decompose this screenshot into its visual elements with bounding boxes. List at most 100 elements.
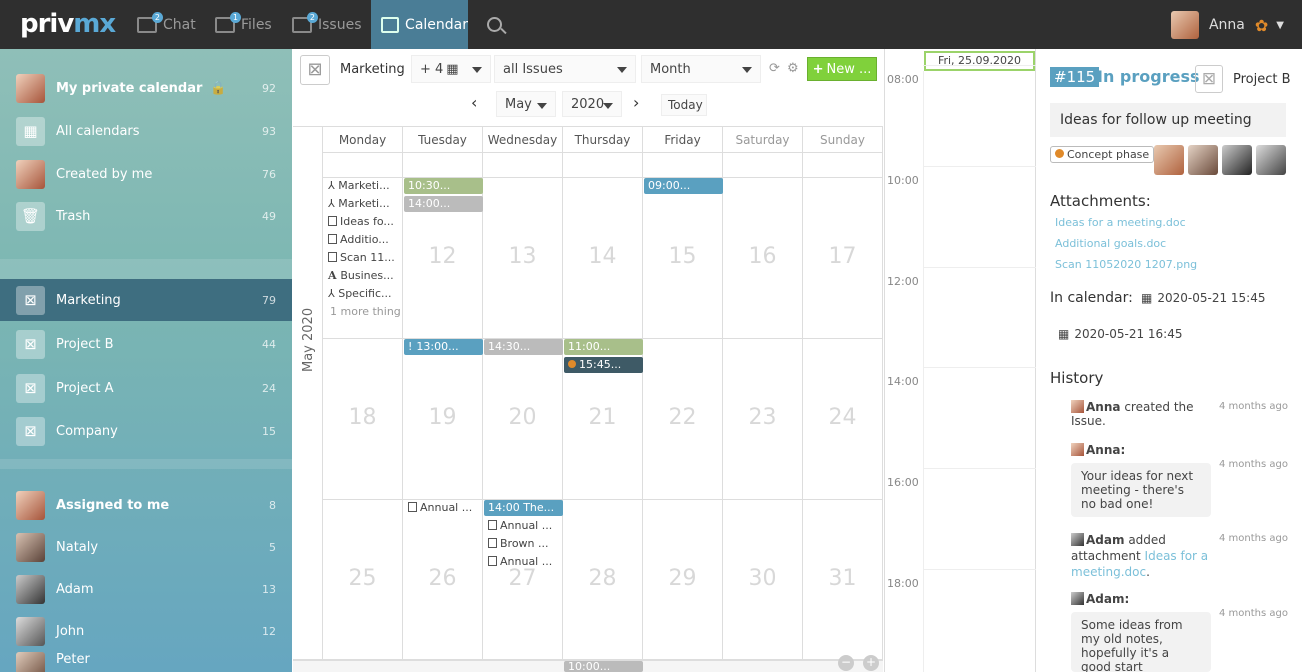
issue-status[interactable]: In progress [1097, 67, 1200, 86]
attachment-link[interactable]: Additional goals.doc [1055, 237, 1166, 250]
today-button[interactable]: Today [661, 94, 707, 116]
event-item[interactable]: 15:45... [564, 357, 643, 373]
day-cell[interactable]: 13 [483, 178, 563, 339]
calendars-select[interactable]: + 4 ▦ [411, 55, 491, 83]
event-item[interactable]: Annual ... [484, 554, 564, 570]
user-menu[interactable]: Anna ✿ ▼ [1170, 11, 1284, 39]
event-item[interactable]: A Busines... [324, 268, 404, 284]
refresh-icon[interactable]: ⟳ [769, 61, 780, 76]
sidebar-item-project-a[interactable]: ⊠ Project A 24 [0, 367, 292, 409]
zoom-out-icon[interactable]: − [838, 655, 854, 671]
sidebar-item-all-calendars[interactable]: ▦ All calendars 93 [0, 110, 292, 152]
nav-calendar[interactable]: Calendar [371, 0, 468, 49]
issue-title[interactable]: Ideas for follow up meeting [1050, 103, 1286, 137]
event-item[interactable]: ⅄ Specific... [324, 286, 404, 302]
avatar[interactable] [1256, 145, 1286, 175]
nav-chat[interactable]: 2 Chat [137, 0, 197, 49]
sidebar-item-assigned[interactable]: Assigned to me 8 [0, 484, 292, 526]
day-cell[interactable]: 14 [563, 178, 643, 339]
sidebar-item-adam[interactable]: Adam 13 [0, 568, 292, 610]
event-item[interactable]: 10:30... [404, 178, 483, 194]
day-cell[interactable]: 15 [643, 178, 723, 339]
event-item[interactable]: 14:00... [404, 196, 483, 212]
event-item[interactable]: Ideas fo... [324, 214, 404, 230]
status-badge[interactable]: Concept phase [1050, 146, 1155, 163]
avatar[interactable] [1188, 145, 1218, 175]
day-cell[interactable]: 24 [803, 339, 883, 500]
day-cell[interactable] [563, 153, 643, 178]
event-item[interactable]: Annual ... [484, 518, 564, 534]
sidebar-item-project-b[interactable]: ⊠ Project B 44 [0, 323, 292, 365]
day-cell[interactable]: 17 [803, 178, 883, 339]
day-cell[interactable] [483, 153, 563, 178]
avatar[interactable] [1222, 145, 1252, 175]
next-month-button[interactable]: › [633, 93, 639, 112]
gear-icon[interactable]: ⚙ [787, 61, 799, 76]
day-cell[interactable]: 28 [563, 500, 643, 660]
zoom-in-icon[interactable]: + [863, 655, 879, 671]
hour-line [923, 166, 1036, 167]
day-cell[interactable]: 18 [323, 339, 403, 500]
day-number: 15 [668, 244, 697, 269]
sidebar-item-john[interactable]: John 12 [0, 610, 292, 652]
day-cell[interactable]: 31 [803, 500, 883, 660]
sidebar-item-private-calendar[interactable]: My private calendar 🔒 92 [0, 67, 292, 109]
day-cell[interactable]: 22 [643, 339, 723, 500]
day-cell[interactable] [723, 153, 803, 178]
event-item[interactable]: 09:00... [644, 178, 723, 194]
prev-month-button[interactable]: ‹ [471, 93, 477, 112]
event-item[interactable]: 11:00... [564, 339, 643, 355]
day-cell[interactable]: 30 [723, 500, 803, 660]
view-select[interactable]: Month [641, 55, 761, 83]
sidebar-item-created-by-me[interactable]: Created by me 76 [0, 153, 292, 195]
day-cell[interactable]: 23 [723, 339, 803, 500]
day-cell[interactable] [403, 153, 483, 178]
hour-label: 12:00 [887, 275, 919, 288]
sidebar-item-peter[interactable]: Peter [0, 652, 292, 672]
day-cell[interactable]: 16 [723, 178, 803, 339]
event-item[interactable]: 10:00... [564, 661, 643, 672]
event-item[interactable]: Annual ... [404, 500, 484, 516]
day-cell[interactable] [323, 153, 403, 178]
image-icon [488, 520, 497, 530]
avatar[interactable] [1154, 145, 1184, 175]
day-cell[interactable]: 26 [403, 500, 483, 660]
event-item[interactable]: Scan 11... [324, 250, 404, 266]
day-header: Friday [643, 127, 723, 153]
timestamp: 4 months ago [1219, 608, 1288, 619]
more-link[interactable]: 1 more thing [326, 304, 406, 320]
day-cell[interactable]: 25 [323, 500, 403, 660]
event-item[interactable]: 14:00 The... [484, 500, 563, 516]
day-cell[interactable]: 29 [643, 500, 723, 660]
new-button[interactable]: + New ... [807, 57, 877, 81]
sidebar-item-nataly[interactable]: Nataly 5 [0, 526, 292, 568]
event-item[interactable]: Additio... [324, 232, 404, 248]
nav-issues[interactable]: 2 Issues [292, 0, 362, 49]
day-cell[interactable] [643, 153, 723, 178]
sidebar-item-marketing[interactable]: ⊠ Marketing 79 [0, 279, 292, 321]
event-item[interactable]: ! 13:00... [404, 339, 483, 355]
nav-files[interactable]: 1 Files [215, 0, 275, 49]
day-cell[interactable]: 19 [403, 339, 483, 500]
event-item[interactable]: 14:30... [484, 339, 563, 355]
logo[interactable]: privmx [20, 9, 116, 39]
sidebar-item-trash[interactable]: 🗑 Trash 49 [0, 195, 292, 237]
year-select[interactable]: 2020 [562, 91, 622, 117]
sidebar-item-company[interactable]: ⊠ Company 15 [0, 410, 292, 452]
day-view-date[interactable]: Fri, 25.09.2020 [924, 51, 1035, 71]
filter-select[interactable]: all Issues [494, 55, 636, 83]
search-icon[interactable] [487, 17, 502, 32]
calendar-entry[interactable]: ▦ 2020-05-21 16:45 [1058, 327, 1182, 341]
day-cell[interactable]: 20 [483, 339, 563, 500]
day-cell[interactable] [803, 153, 883, 178]
event-item[interactable]: ⅄ Marketi... [324, 196, 404, 212]
event-item[interactable]: ⅄ Marketi... [324, 178, 404, 194]
month-select[interactable]: May [496, 91, 556, 117]
avatar [16, 73, 45, 103]
event-item[interactable]: Brown ... [484, 536, 564, 552]
pdf-icon: ⅄ [328, 197, 339, 210]
attachment-link[interactable]: Ideas for a meeting.doc [1055, 216, 1186, 229]
calendar-entry[interactable]: ▦ 2020-05-21 15:45 [1141, 291, 1265, 305]
divider [923, 71, 924, 672]
attachment-link[interactable]: Scan 11052020 1207.png [1055, 258, 1197, 271]
